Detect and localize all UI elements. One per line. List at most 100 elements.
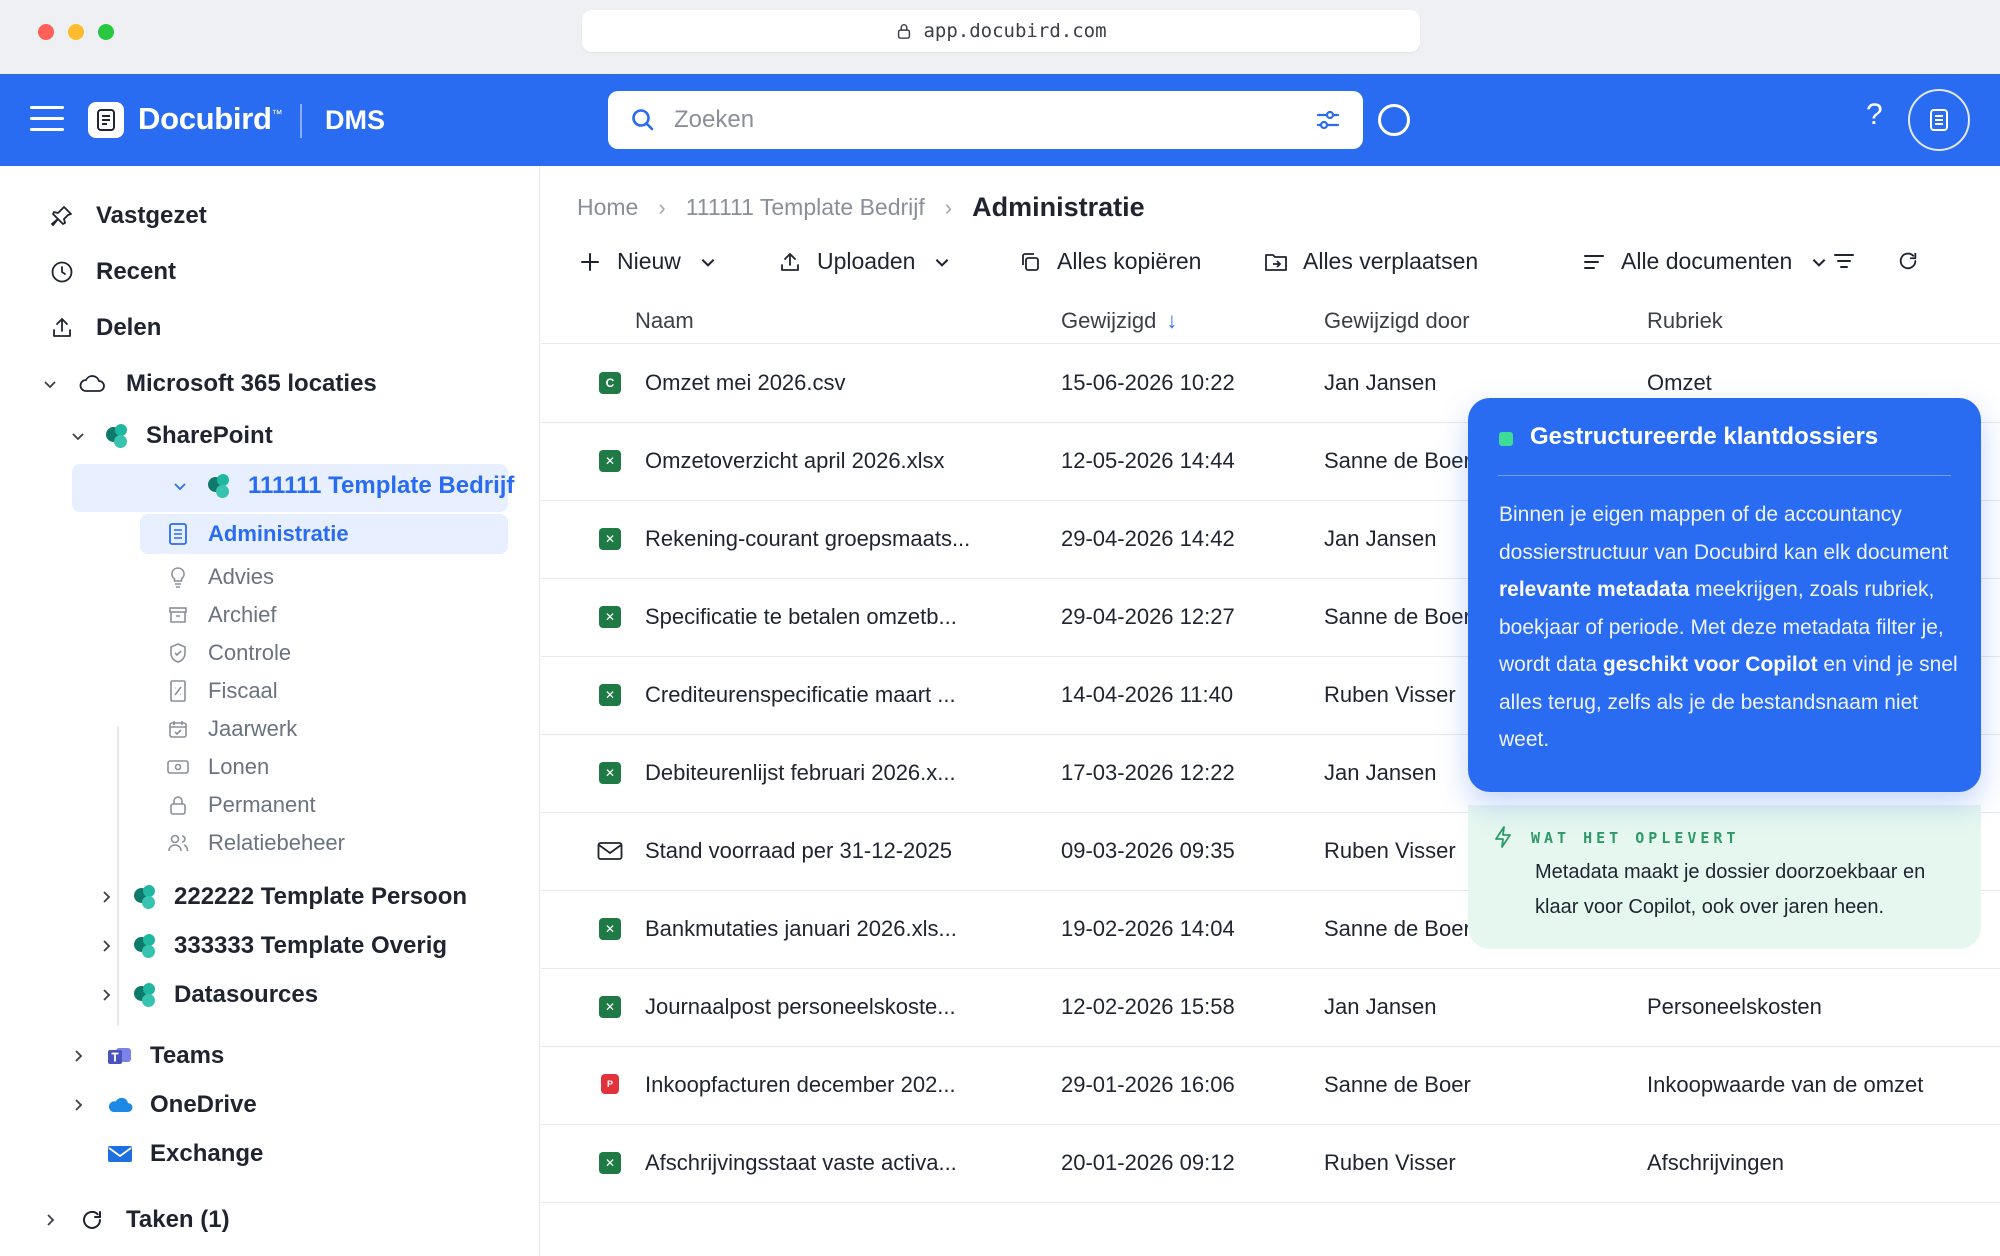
nav-onedrive[interactable]: OneDrive	[68, 1091, 257, 1119]
column-category[interactable]: Rubriek	[1647, 308, 1723, 334]
nav-share[interactable]: Delen	[48, 314, 161, 342]
file-name[interactable]: Specificatie te betalen omzetb...	[645, 604, 957, 630]
file-name[interactable]: Journaalpost personeelskoste...	[645, 994, 956, 1020]
new-button[interactable]: Nieuw	[577, 248, 717, 275]
folder-archief[interactable]: Archief	[166, 602, 276, 628]
folder-administratie[interactable]: Administratie	[140, 514, 508, 554]
nav-site-label: 222222 Template Persoon	[174, 883, 468, 910]
file-name[interactable]: Stand voorraad per 31-12-2025	[645, 838, 952, 864]
view-label: Alle documenten	[1621, 248, 1793, 274]
folder-label: Administratie	[208, 521, 349, 546]
chevron-down-icon[interactable]	[170, 476, 190, 496]
nav-site-label: 111111 Template Bedrijf	[248, 472, 515, 499]
lock-icon	[898, 24, 911, 39]
chevron-right-icon[interactable]	[68, 1095, 88, 1115]
menu-icon[interactable]	[30, 106, 64, 134]
file-name[interactable]: Crediteurenspecificatie maart ...	[645, 682, 956, 708]
file-name[interactable]: Bankmutaties januari 2026.xls...	[645, 916, 957, 942]
chevron-down-icon[interactable]	[40, 374, 60, 394]
search-icon[interactable]	[630, 107, 656, 133]
nav-datasources[interactable]: Datasources	[96, 981, 318, 1009]
category: Omzet	[1647, 370, 1712, 395]
folder-controle[interactable]: Controle	[166, 640, 291, 666]
filter-icon	[1831, 248, 1857, 274]
nav-site-111111[interactable]: 111111 Template Bedrijf	[170, 472, 514, 500]
callout-divider	[1498, 475, 1951, 476]
brand-divider	[300, 104, 302, 138]
brand-name: Docubird™	[138, 101, 283, 137]
callout-title: Gestructureerde klantdossiers	[1530, 423, 1879, 450]
table-row[interactable]: ✕ Journaalpost personeelskoste... 12-02-20…	[541, 968, 2000, 1047]
chevron-right-icon[interactable]	[96, 936, 116, 956]
account-avatar[interactable]	[1908, 89, 1970, 151]
filter-button[interactable]	[1831, 248, 1871, 274]
refresh-button[interactable]	[1895, 248, 1935, 274]
modified-by: Sanne de Boer	[1324, 604, 1471, 629]
folder-fiscaal[interactable]: Fiscaal	[166, 678, 278, 704]
column-modified[interactable]: Gewijzigd ↓	[1061, 308, 1177, 334]
breadcrumb-home[interactable]: Home	[577, 194, 638, 221]
address-bar[interactable]: app.docubird.com	[582, 10, 1420, 52]
nav-m365-locations[interactable]: Microsoft 365 locaties	[40, 370, 377, 398]
minimize-window-button[interactable]	[68, 24, 84, 40]
nav-site-label: 333333 Template Overig	[174, 932, 448, 959]
filter-sliders-icon[interactable]	[1315, 107, 1341, 133]
nav-site-222222[interactable]: 222222 Template Persoon	[96, 883, 467, 911]
document-icon	[1930, 109, 1948, 131]
view-selector[interactable]: Alle documenten	[1581, 248, 1828, 275]
modified-date: 17-03-2026 12:22	[1061, 760, 1235, 785]
upload-button[interactable]: Uploaden	[777, 248, 951, 275]
file-name[interactable]: Omzetoverzicht april 2026.xlsx	[645, 448, 945, 474]
close-window-button[interactable]	[38, 24, 54, 40]
docubird-logo-icon	[88, 102, 124, 138]
clock-icon	[48, 258, 76, 286]
nav-tasks[interactable]: Taken (1)	[40, 1206, 230, 1234]
chevron-right-icon[interactable]	[96, 887, 116, 907]
modified-date: 29-01-2026 16:06	[1061, 1072, 1235, 1097]
file-name[interactable]: Omzet mei 2026.csv	[645, 370, 846, 396]
folder-advies[interactable]: Advies	[166, 564, 274, 590]
copy-all-button[interactable]: Alles kopiëren	[1017, 248, 1201, 275]
chevron-down-icon	[933, 253, 951, 271]
nav-onedrive-label: OneDrive	[150, 1091, 257, 1118]
nav-teams[interactable]: Teams	[68, 1042, 224, 1070]
nav-exchange[interactable]: Exchange	[106, 1140, 263, 1168]
file-name[interactable]: Rekening-courant groepsmaats...	[645, 526, 970, 552]
nav-site-333333[interactable]: 333333 Template Overig	[96, 932, 447, 960]
maximize-window-button[interactable]	[98, 24, 114, 40]
nav-recent[interactable]: Recent	[48, 258, 176, 286]
modified-by: Ruben Visser	[1324, 838, 1456, 863]
folder-permanent[interactable]: Permanent	[166, 792, 316, 818]
chevron-down-icon[interactable]	[68, 426, 88, 446]
brand-text: Docubird	[138, 101, 272, 136]
move-all-button[interactable]: Alles verplaatsen	[1263, 248, 1478, 275]
copy-icon	[1017, 249, 1043, 275]
folder-jaarwerk[interactable]: Jaarwerk	[166, 716, 297, 742]
teams-icon	[106, 1042, 134, 1070]
chevron-right-icon[interactable]	[96, 985, 116, 1005]
table-row[interactable]: ✕ Afschrijvingsstaat vaste activa... 20-01…	[541, 1124, 2000, 1203]
sharepoint-icon	[134, 885, 158, 909]
file-name[interactable]: Afschrijvingsstaat vaste activa...	[645, 1150, 957, 1176]
folder-relatiebeheer[interactable]: Relatiebeheer	[166, 830, 345, 856]
breadcrumb-site[interactable]: 111111 Template Bedrijf	[686, 194, 925, 221]
nav-sharepoint[interactable]: SharePoint	[68, 422, 273, 450]
table-row[interactable]: P Inkoopfacturen december 202... 29-01-202…	[541, 1046, 2000, 1125]
copilot-ring-icon[interactable]	[1378, 104, 1410, 136]
archive-box-icon	[166, 603, 190, 627]
feature-callout: Gestructureerde klantdossiers Binnen je …	[1468, 398, 1981, 792]
nav-pinned[interactable]: Vastgezet	[48, 202, 207, 230]
chevron-right-icon[interactable]	[68, 1046, 88, 1066]
sharepoint-icon	[134, 934, 158, 958]
search-bar	[608, 91, 1363, 149]
help-icon[interactable]: ?	[1866, 98, 1883, 132]
column-name[interactable]: Naam	[635, 308, 694, 334]
excel-file-icon: ✕	[599, 528, 621, 550]
search-input[interactable]	[674, 106, 1315, 134]
folder-lonen[interactable]: Lonen	[166, 754, 269, 780]
file-name[interactable]: Inkoopfacturen december 202...	[645, 1072, 956, 1098]
column-modified-by[interactable]: Gewijzigd door	[1324, 308, 1470, 334]
file-name[interactable]: Debiteurenlijst februari 2026.x...	[645, 760, 956, 786]
column-modified-label: Gewijzigd	[1061, 308, 1157, 333]
chevron-right-icon[interactable]	[40, 1210, 60, 1230]
